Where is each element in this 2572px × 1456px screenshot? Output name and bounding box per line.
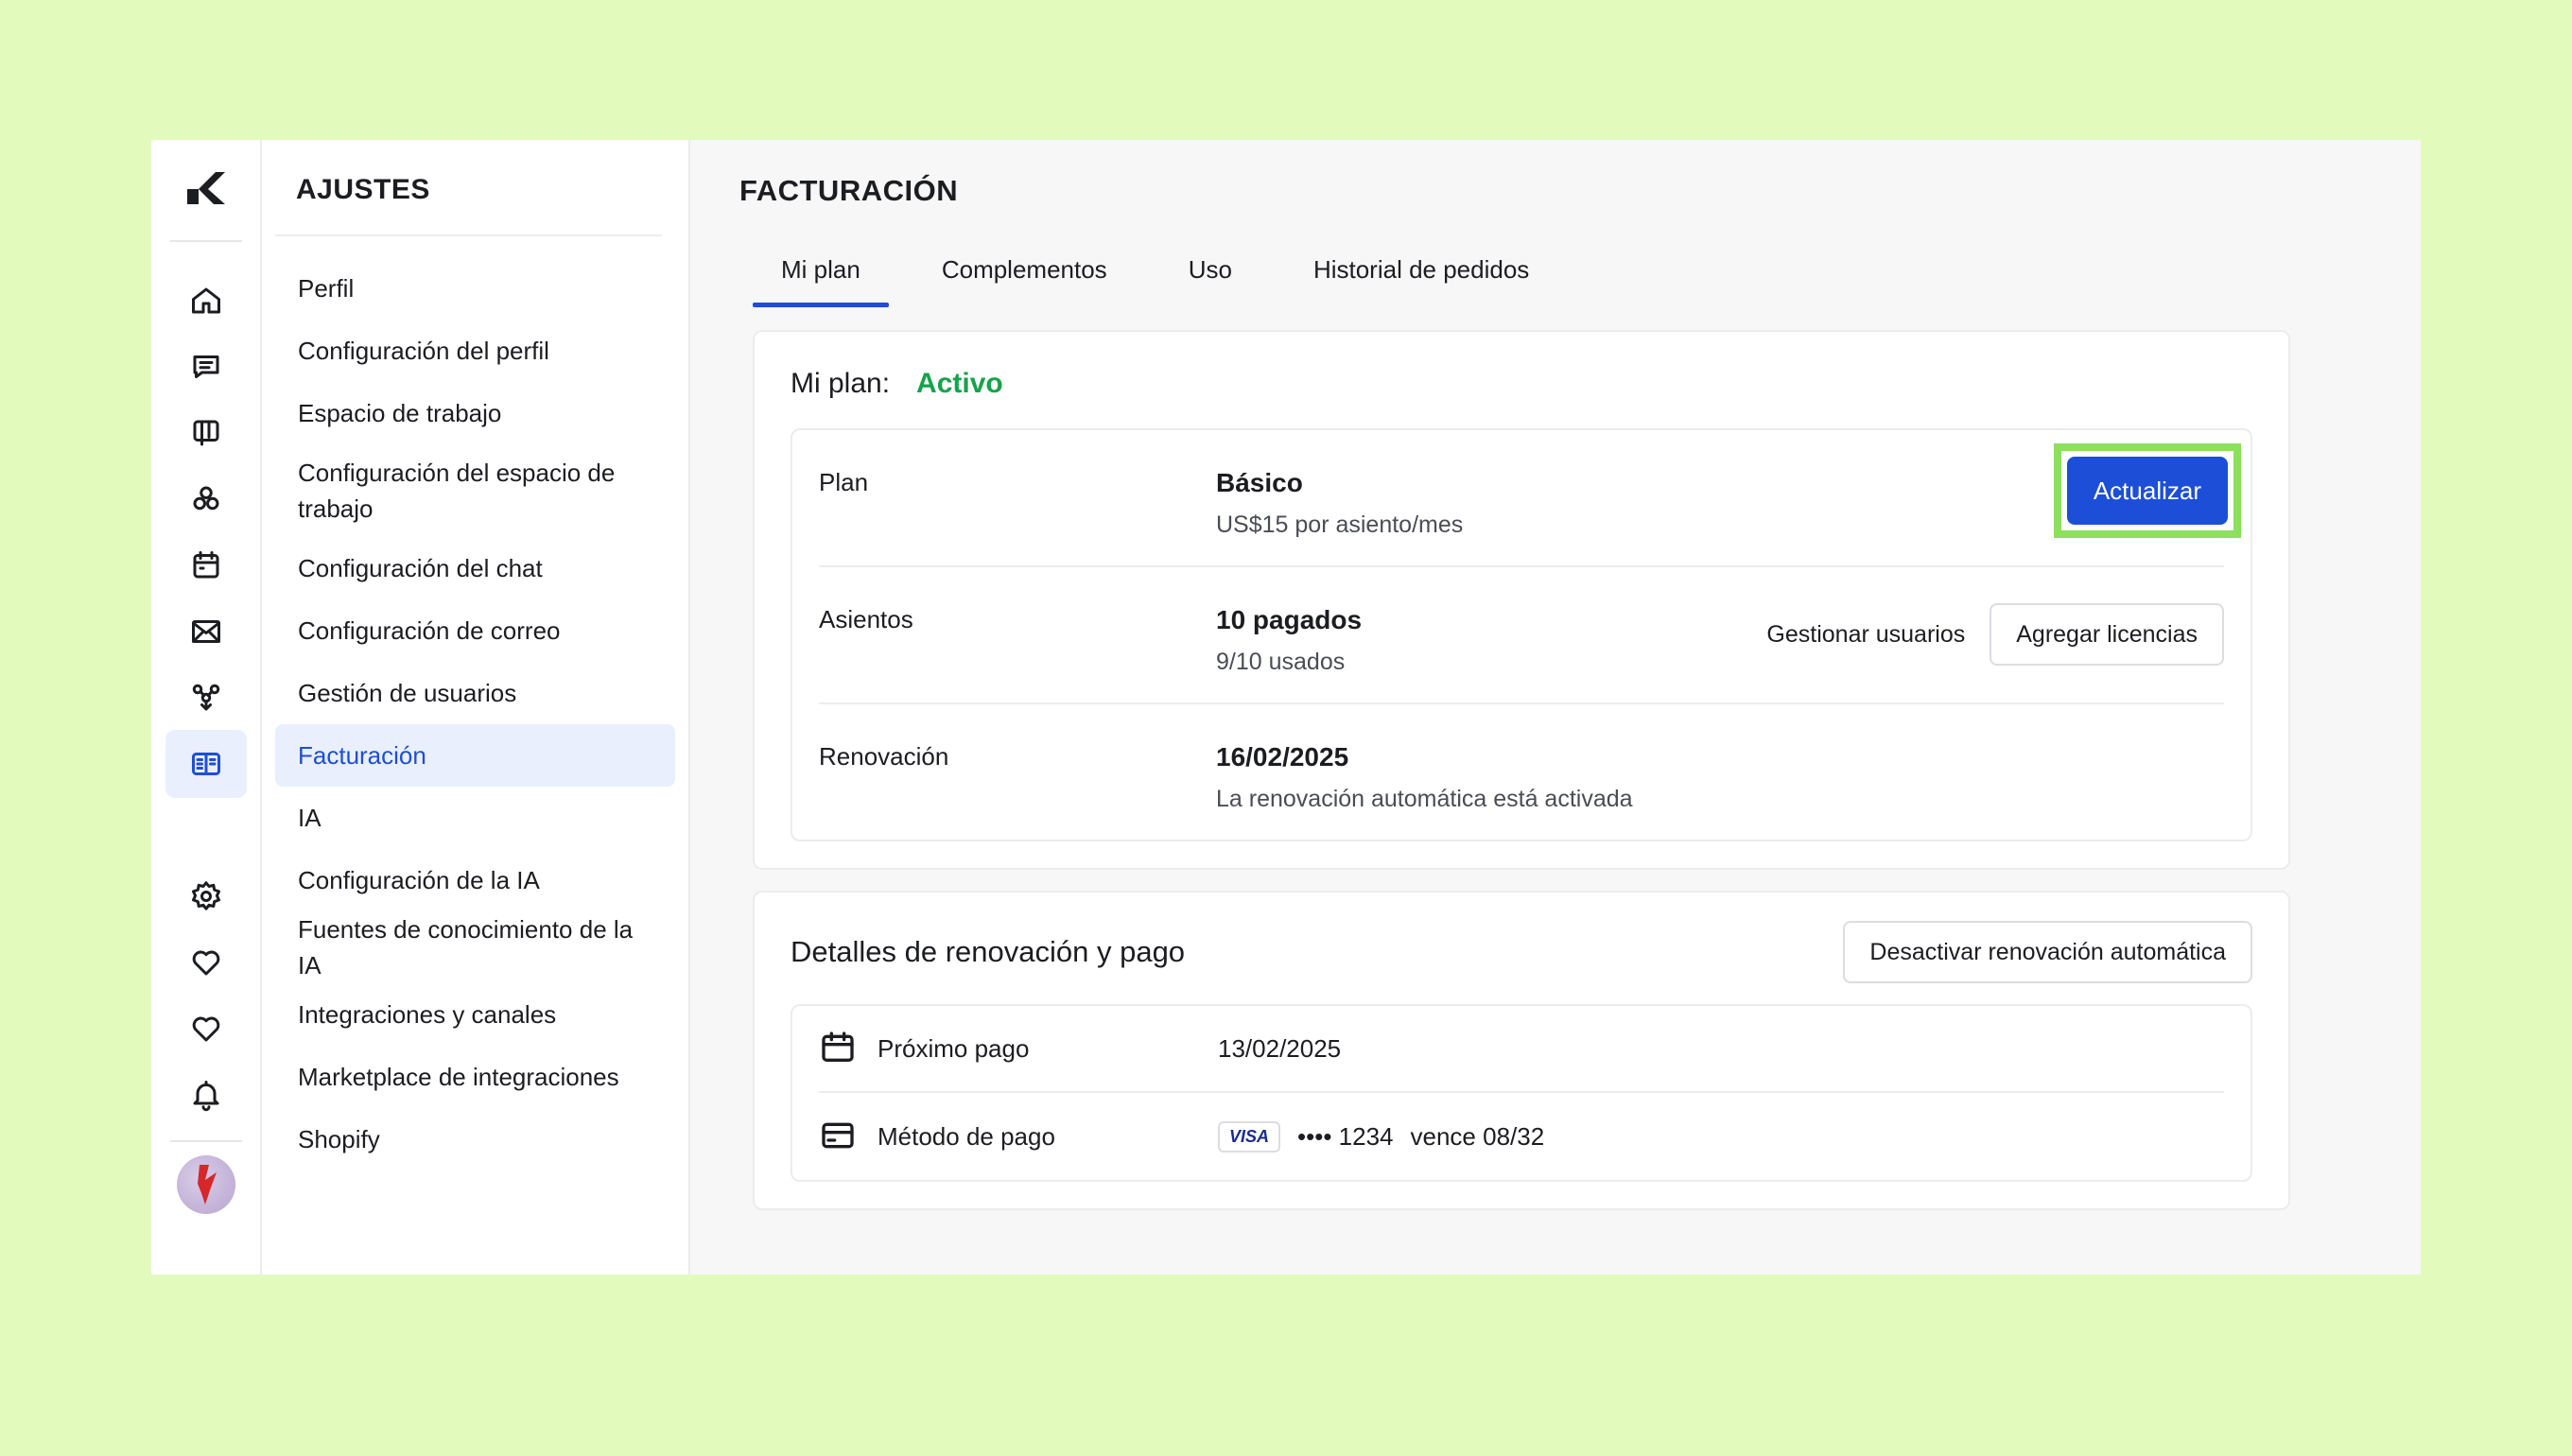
plan-price: US$15 por asiento/mes (1216, 511, 1464, 538)
next-payment-label: Próximo pago (878, 1033, 1030, 1063)
board-icon[interactable] (165, 399, 247, 467)
payment-method-row: Método de pago VISA •••• 1234 vence 08/3… (819, 1093, 2224, 1180)
tab-mi-plan[interactable]: Mi plan (753, 255, 889, 307)
seats-used: 9/10 usados (1216, 649, 1346, 675)
tab-complementos[interactable]: Complementos (913, 255, 1136, 303)
avatar[interactable] (176, 1155, 235, 1214)
upgrade-highlight: Actualizar (2053, 443, 2241, 538)
menu-item-espacio-trabajo[interactable]: Espacio de trabajo (275, 382, 675, 444)
billing-icon[interactable] (165, 730, 247, 798)
rail-divider (169, 1140, 242, 1142)
menu-item-configuracion-espacio-trabajo[interactable]: Configuración del espacio de trabajo (275, 444, 675, 537)
next-payment-row: Próximo pago 13/02/2025 (819, 1006, 2224, 1093)
renewal-row-label: Renovación (819, 742, 949, 771)
visa-logo: VISA (1218, 1120, 1281, 1153)
calendar-icon (819, 1029, 859, 1068)
card-expiry: vence 08/32 (1410, 1121, 1545, 1151)
menu-item-shopify[interactable]: Shopify (275, 1108, 675, 1170)
disable-auto-renewal-button[interactable]: Desactivar renovación automática (1843, 921, 2252, 983)
bell-icon[interactable] (165, 1061, 247, 1129)
mail-icon[interactable] (165, 598, 247, 666)
seats-row: Asientos 10 pagados 9/10 usados Gestiona… (819, 567, 2224, 704)
plan-card: Mi plan: Activo Plan Básico US$15 por as… (753, 330, 2290, 870)
page-title: FACTURACIÓN (739, 174, 959, 207)
rail-divider (169, 240, 242, 242)
credit-card-icon (819, 1117, 859, 1156)
renewal-row: Renovación 16/02/2025 La renovación auto… (819, 704, 2224, 840)
tab-uso[interactable]: Uso (1160, 255, 1260, 303)
payment-details: Próximo pago 13/02/2025 Método de pago V… (791, 1004, 2252, 1182)
menu-item-facturacion[interactable]: Facturación (275, 724, 675, 787)
renewal-row-value: 16/02/2025 La renovación automática está… (1216, 742, 1633, 813)
plan-details: Plan Básico US$15 por asiento/mes Actual… (791, 428, 2252, 841)
payment-card-header: Detalles de renovación y pago Desactivar… (791, 921, 2252, 983)
settings-menu: AJUSTES Perfil Configuración del perfil … (262, 140, 690, 1274)
menu-item-fuentes-conocimiento-ia[interactable]: Fuentes de conocimiento de la IA (275, 911, 675, 983)
billing-tabs: Mi plan Complementos Uso Historial de pe… (753, 255, 2421, 307)
plan-card-header: Mi plan: Activo (791, 368, 2252, 400)
plan-name: Básico (1216, 468, 1303, 497)
logo-icon[interactable] (183, 166, 229, 212)
payment-method-value: VISA •••• 1234 vence 08/32 (1218, 1120, 1545, 1153)
seats-row-value: 10 pagados 9/10 usados (1216, 605, 1362, 676)
plan-row: Plan Básico US$15 por asiento/mes Actual… (819, 430, 2241, 567)
card-number: •••• 1234 (1297, 1121, 1394, 1151)
renewal-date: 16/02/2025 (1216, 742, 1349, 771)
add-licenses-button[interactable]: Agregar licencias (1990, 603, 2224, 666)
plan-row-label: Plan (819, 468, 869, 496)
payment-card: Detalles de renovación y pago Desactivar… (753, 891, 2290, 1210)
status-badge: Activo (916, 368, 1003, 399)
payment-method-label: Método de pago (878, 1121, 1055, 1151)
menu-item-configuracion-perfil[interactable]: Configuración del perfil (275, 320, 675, 382)
menu-item-integraciones-canales[interactable]: Integraciones y canales (275, 983, 675, 1046)
payment-card-title: Detalles de renovación y pago (791, 935, 1186, 968)
heart-icon[interactable] (165, 995, 247, 1063)
tab-historial-pedidos[interactable]: Historial de pedidos (1285, 255, 1557, 303)
menu-item-gestion-usuarios[interactable]: Gestión de usuarios (275, 662, 675, 724)
billing-content: FACTURACIÓN Mi plan Complementos Uso His… (690, 140, 2421, 1274)
icon-rail (151, 140, 262, 1274)
app-window: AJUSTES Perfil Configuración del perfil … (151, 140, 2421, 1274)
manage-users-button[interactable]: Gestionar usuarios (1766, 621, 1965, 649)
plan-card-label: Mi plan: (791, 368, 891, 399)
seats-paid: 10 pagados (1216, 605, 1363, 634)
seats-row-label: Asientos (819, 605, 913, 633)
menu-item-configuracion-chat[interactable]: Configuración del chat (275, 537, 675, 599)
next-payment-value: 13/02/2025 (1218, 1033, 1342, 1063)
menu-item-marketplace-integraciones[interactable]: Marketplace de integraciones (275, 1046, 675, 1108)
calendar-icon[interactable] (165, 531, 247, 599)
home-icon[interactable] (165, 267, 247, 335)
workflow-icon[interactable] (165, 664, 247, 732)
heart-icon[interactable] (165, 928, 247, 997)
settings-icon[interactable] (165, 862, 247, 930)
menu-item-configuracion-correo[interactable]: Configuración de correo (275, 599, 675, 662)
renewal-status: La renovación automática está activada (1216, 786, 1633, 812)
upgrade-button[interactable]: Actualizar (2066, 457, 2228, 525)
menu-item-perfil[interactable]: Perfil (275, 257, 675, 320)
plan-row-value: Básico US$15 por asiento/mes (1216, 468, 1463, 539)
menu-item-ia[interactable]: IA (275, 787, 675, 849)
seats-actions: Gestionar usuarios Agregar licencias (1766, 603, 2224, 666)
contacts-icon[interactable] (165, 465, 247, 533)
menu-title: AJUSTES (275, 174, 662, 236)
chat-icon[interactable] (165, 333, 247, 401)
menu-item-configuracion-ia[interactable]: Configuración de la IA (275, 849, 675, 911)
